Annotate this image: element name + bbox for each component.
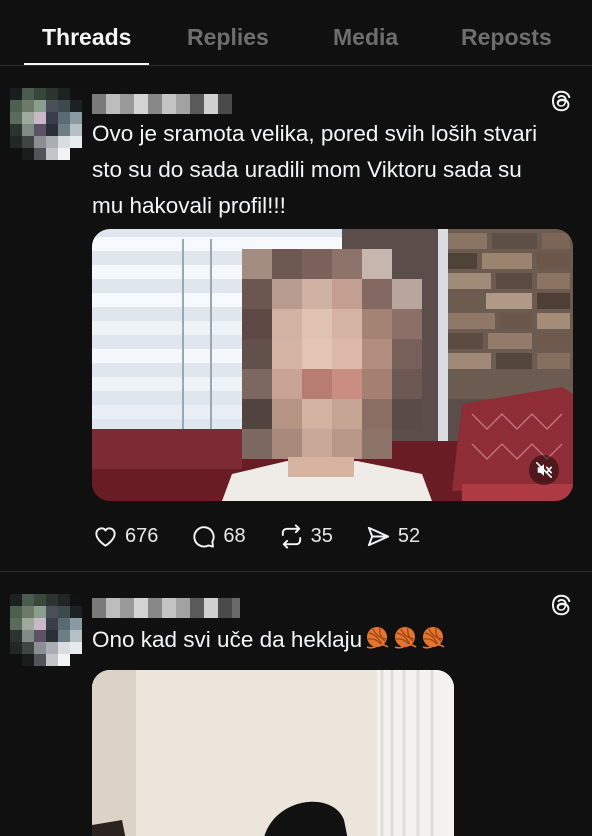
post-text: Ono kad svi uče da heklaju xyxy=(92,622,446,658)
image-frame xyxy=(92,670,454,836)
repost-count: 35 xyxy=(310,524,333,547)
speaker-muted-icon xyxy=(535,461,553,479)
repost-icon xyxy=(281,523,301,549)
post-video[interactable] xyxy=(92,229,573,501)
heart-icon xyxy=(95,526,116,547)
post-text-line: Ono kad svi uče da heklaju xyxy=(92,627,363,652)
comment-button[interactable]: 68 xyxy=(190,523,246,550)
repost-button[interactable]: 35 xyxy=(278,523,333,550)
yarn-ball-emoji xyxy=(422,627,445,649)
share-button[interactable]: 52 xyxy=(365,523,420,550)
post-text-line: mu hakovali profil!!! xyxy=(92,193,286,218)
yarn-ball-emoji xyxy=(366,627,389,649)
like-button[interactable]: 676 xyxy=(92,523,158,550)
avatar[interactable] xyxy=(10,88,84,162)
tab-media[interactable]: Media xyxy=(333,24,398,51)
threads-logo-icon[interactable] xyxy=(548,88,574,114)
username-redacted[interactable] xyxy=(92,598,240,618)
tab-threads[interactable]: Threads xyxy=(42,24,131,51)
share-count: 52 xyxy=(397,524,421,547)
threads-logo-icon[interactable] xyxy=(548,592,574,618)
post-text-line: Ovo je sramota velika, pored svih loših … xyxy=(92,121,538,146)
yarn-ball-emoji xyxy=(394,627,417,649)
comment-icon xyxy=(193,525,215,548)
post-actions: 676 68 35 52 xyxy=(92,521,452,551)
post-image[interactable] xyxy=(92,670,454,836)
like-count: 676 xyxy=(125,524,159,547)
send-icon xyxy=(367,526,389,546)
tab-replies[interactable]: Replies xyxy=(187,24,269,51)
post-text-line: sto su do sada uradili mom Viktoru sada … xyxy=(92,157,522,182)
mute-toggle-button[interactable] xyxy=(529,455,559,485)
tab-reposts[interactable]: Reposts xyxy=(461,24,552,51)
post-divider xyxy=(0,571,592,572)
active-tab-indicator xyxy=(24,63,149,65)
comment-count: 68 xyxy=(223,524,246,547)
username-redacted[interactable] xyxy=(92,94,232,114)
video-frame-pixelated xyxy=(92,229,573,501)
avatar[interactable] xyxy=(10,594,84,668)
profile-tabs: Threads Replies Media Reposts xyxy=(0,0,592,66)
post-text: Ovo je sramota velika, pored svih loših … xyxy=(92,116,537,224)
